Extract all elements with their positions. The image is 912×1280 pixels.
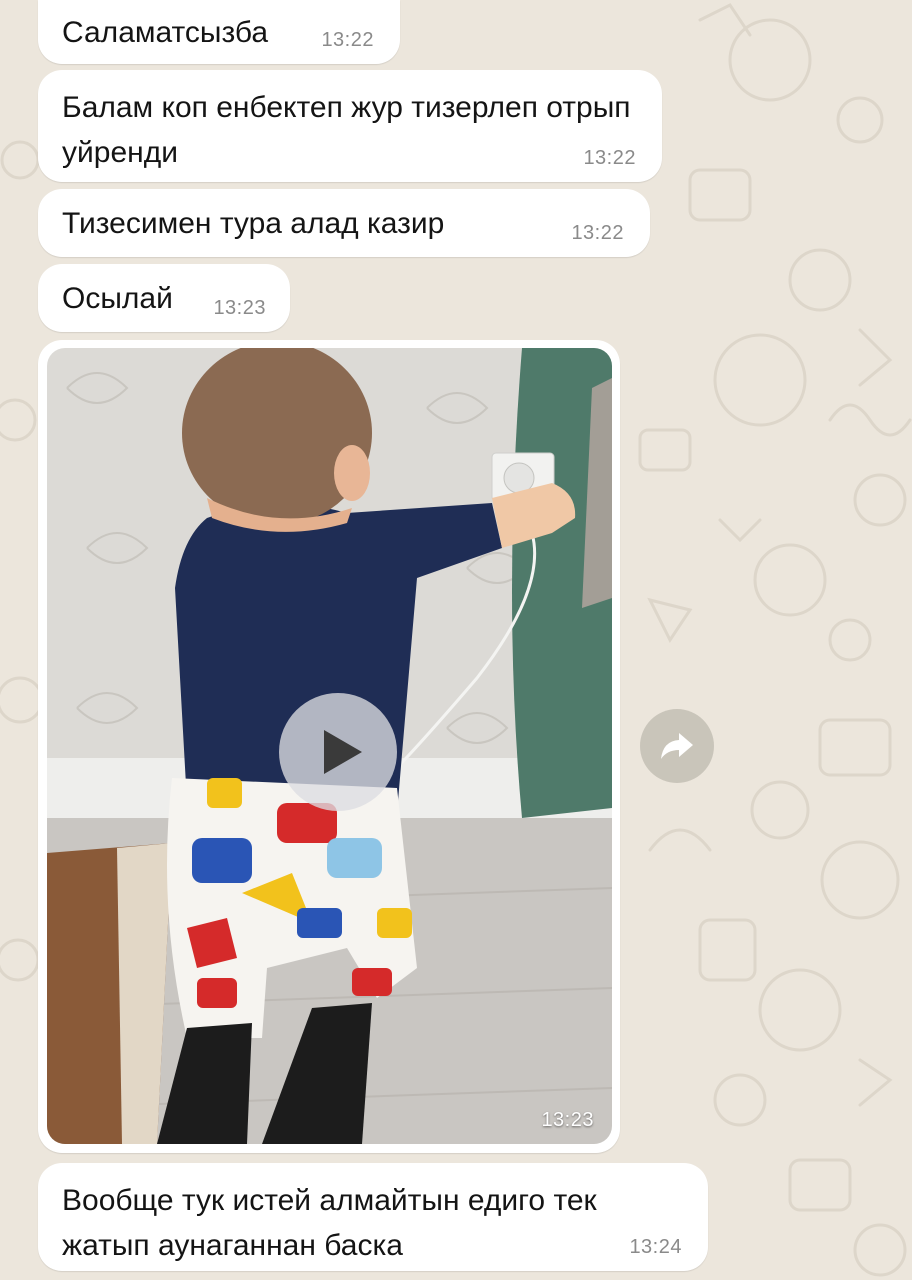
message-bubble[interactable]: Осылай 13:23: [38, 264, 290, 332]
message-bubble[interactable]: Вообще тук истей алмайтын едиго тек жаты…: [38, 1163, 708, 1271]
video-thumbnail[interactable]: 13:23: [47, 348, 612, 1144]
message-bubble[interactable]: Балам коп енбектеп жур тизерлеп отрып уй…: [38, 70, 662, 182]
message-bubble[interactable]: Тизесимен тура алад казир 13:22: [38, 189, 650, 257]
message-timestamp: 13:24: [629, 1236, 682, 1258]
video-timestamp: 13:23: [541, 1109, 594, 1131]
message-timestamp: 13:22: [321, 29, 374, 51]
play-button[interactable]: [279, 693, 397, 811]
forward-button[interactable]: [640, 709, 714, 783]
message-timestamp: 13:22: [583, 147, 636, 169]
message-text: Тизесимен тура алад казир: [62, 207, 445, 240]
play-icon: [324, 730, 362, 774]
message-text: Осылай: [62, 282, 173, 315]
forward-arrow-icon: [661, 733, 693, 759]
message-text: Балам коп енбектеп жур тизерлеп отрып уй…: [62, 91, 631, 169]
message-bubble[interactable]: Саламатсызба 13:22: [38, 0, 400, 64]
message-text: Вообще тук истей алмайтын едиго тек жаты…: [62, 1184, 597, 1262]
message-timestamp: 13:22: [571, 222, 624, 244]
message-text: Саламатсызба: [62, 16, 269, 49]
video-message-bubble[interactable]: 13:23: [38, 340, 620, 1153]
message-timestamp: 13:23: [213, 297, 266, 319]
